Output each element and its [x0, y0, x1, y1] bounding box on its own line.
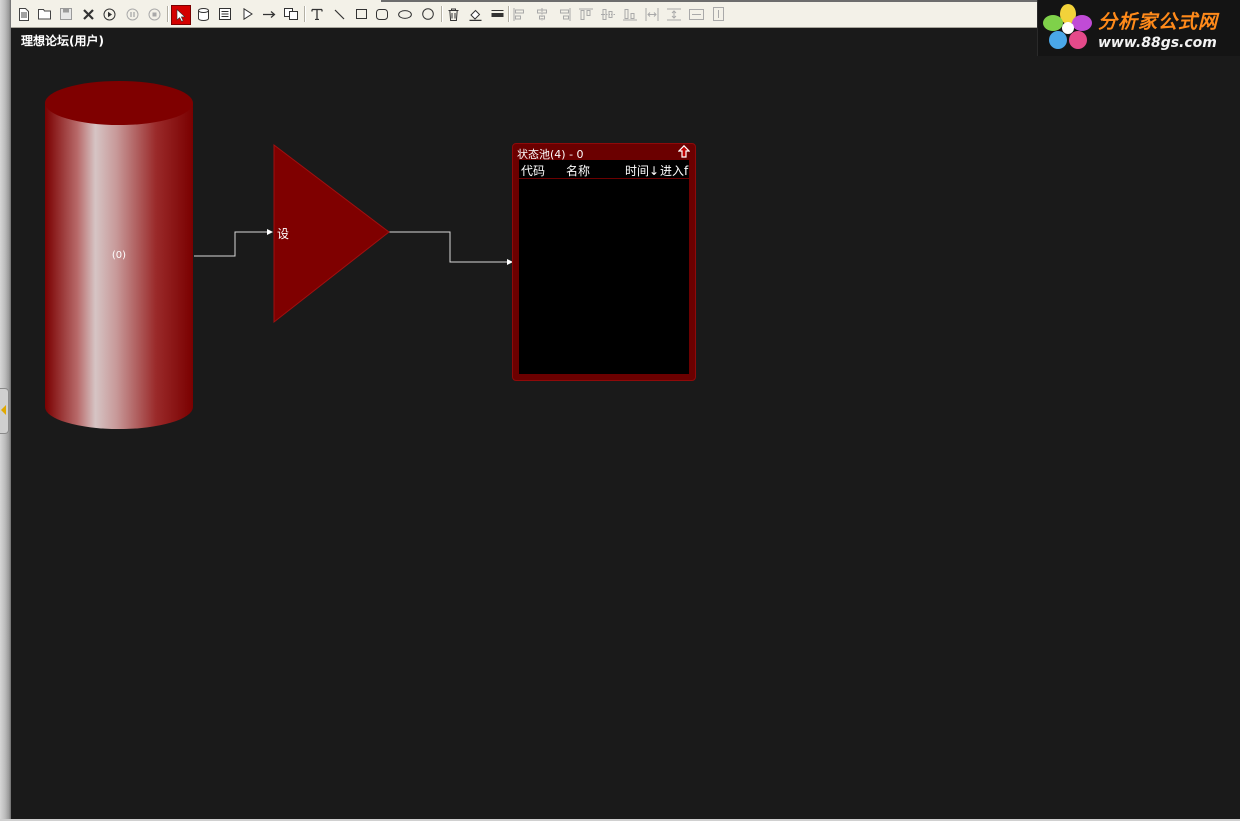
app-window: 分析家公式网 www.88gs.com 理想论坛(用户) (0) 设 状态池(4…: [0, 0, 1240, 821]
column-header-name[interactable]: 名称: [566, 162, 590, 179]
arrow-up-icon[interactable]: [678, 145, 690, 158]
column-header-time[interactable]: 时间↓: [625, 162, 659, 179]
column-header-entry[interactable]: 进入f: [660, 162, 688, 179]
column-header-code[interactable]: 代码: [521, 162, 545, 179]
connector-lines: [194, 229, 513, 265]
state-pool-list[interactable]: 代码 名称 时间↓ 进入f: [519, 160, 689, 374]
state-pool-header: 代码 名称 时间↓ 进入f: [519, 160, 689, 179]
state-pool-panel[interactable]: 状态池(4) - 0 代码 名称 时间↓ 进入f: [512, 143, 696, 381]
triangle-node-label: 设: [277, 227, 290, 241]
condition-triangle-node[interactable]: [273, 144, 391, 324]
